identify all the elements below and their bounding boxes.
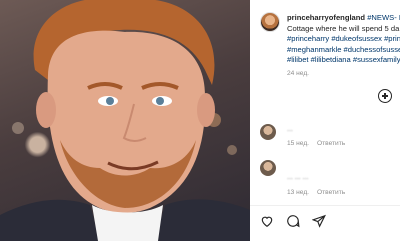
share-icon[interactable] <box>311 214 326 228</box>
post-timestamp: 24 нед. <box>287 70 310 77</box>
reply-button[interactable]: Ответить <box>317 140 345 147</box>
comment-time: 13 нед. <box>287 189 310 196</box>
heart-icon[interactable] <box>260 214 274 228</box>
post-sidebar: princeharryofengland #NEWS- H Cottage wh… <box>250 0 400 241</box>
avatar[interactable] <box>260 160 276 176</box>
comment-meta: 13 нед. Ответить <box>287 189 345 196</box>
portrait-image <box>0 0 250 241</box>
reply-button[interactable]: Ответить <box>317 189 345 196</box>
username-link[interactable]: princeharryofengland <box>287 13 365 22</box>
comment-time: 15 нед. <box>287 140 310 147</box>
post-caption: princeharryofengland #NEWS- H Cottage wh… <box>287 13 400 66</box>
post-actions <box>260 214 326 228</box>
comment-icon[interactable] <box>286 214 300 228</box>
add-comment-icon[interactable] <box>378 89 392 103</box>
avatar[interactable] <box>260 124 276 140</box>
caption-line: Cottage where he will spend 5 da <box>287 23 400 33</box>
comment-meta: 15 нед. Ответить <box>287 140 345 147</box>
caption-line[interactable]: #meghanmarkle #duchessofsusse <box>287 45 400 56</box>
caption-line[interactable]: #lilibet #lilibetdiana #sussexfamily <box>287 55 400 66</box>
caption-line[interactable]: #princeharry #dukeofsussex #prin <box>287 34 400 45</box>
avatar[interactable] <box>260 12 280 32</box>
divider <box>250 205 400 206</box>
comment-text: ... <box>287 126 293 133</box>
post-photo <box>0 0 250 241</box>
comment-text: ... ... ... <box>287 174 309 181</box>
caption-line[interactable]: #NEWS- H <box>367 13 400 22</box>
